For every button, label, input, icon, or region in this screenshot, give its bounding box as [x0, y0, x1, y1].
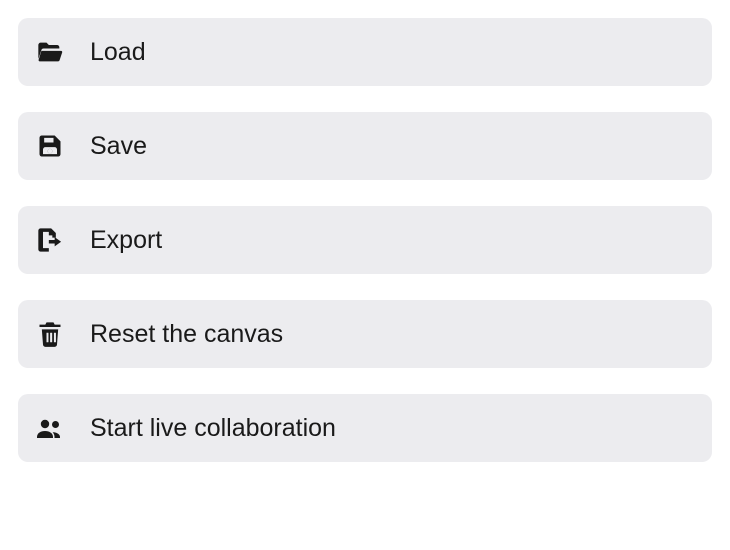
menu-item-export[interactable]: Export — [18, 206, 712, 274]
menu-item-save[interactable]: Save — [18, 112, 712, 180]
save-icon — [36, 132, 76, 160]
menu-item-label: Save — [90, 132, 147, 161]
menu-item-live-collaboration[interactable]: Start live collaboration — [18, 394, 712, 462]
menu: Load Save Export Reset the canvas Start … — [18, 18, 712, 462]
menu-item-label: Start live collaboration — [90, 414, 336, 443]
menu-item-label: Load — [90, 38, 146, 67]
menu-item-label: Reset the canvas — [90, 320, 283, 349]
menu-item-load[interactable]: Load — [18, 18, 712, 86]
menu-item-label: Export — [90, 226, 162, 255]
menu-item-reset-canvas[interactable]: Reset the canvas — [18, 300, 712, 368]
export-icon — [36, 226, 76, 254]
folder-open-icon — [36, 38, 76, 66]
users-icon — [36, 414, 76, 442]
trash-icon — [36, 320, 76, 348]
